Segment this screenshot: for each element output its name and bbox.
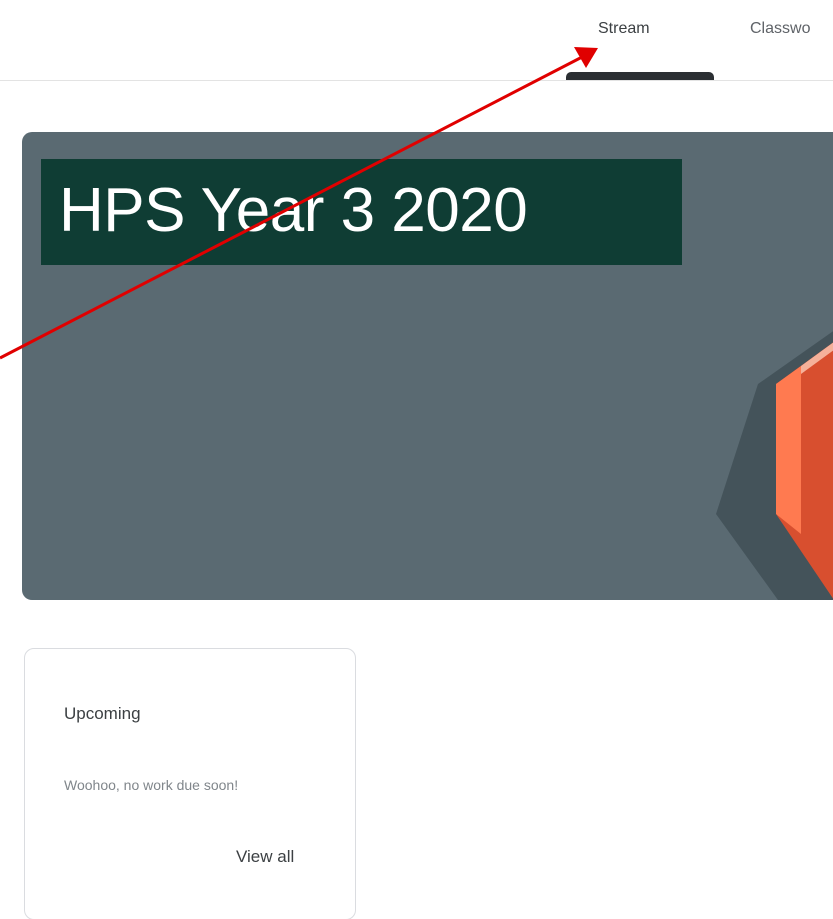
class-title-box: HPS Year 3 2020 (41, 159, 682, 265)
class-banner: HPS Year 3 2020 (22, 132, 833, 600)
book-spine-icon (776, 366, 801, 534)
book-illustration (716, 331, 833, 600)
active-tab-indicator (566, 72, 714, 80)
upcoming-title: Upcoming (64, 704, 141, 723)
no-work-message: Woohoo, no work due soon! (64, 777, 239, 793)
upcoming-card: Upcoming Woohoo, no work due soon! View … (24, 648, 356, 919)
view-all-link[interactable]: View all (236, 847, 294, 867)
classroom-page: Stream Classwo HPS Year 3 2020 Upcoming … (0, 0, 833, 919)
top-navigation: Stream Classwo (0, 0, 833, 81)
class-title: HPS Year 3 2020 (59, 176, 528, 245)
tab-stream[interactable]: Stream (598, 14, 650, 44)
tab-classwork[interactable]: Classwo (750, 14, 810, 44)
